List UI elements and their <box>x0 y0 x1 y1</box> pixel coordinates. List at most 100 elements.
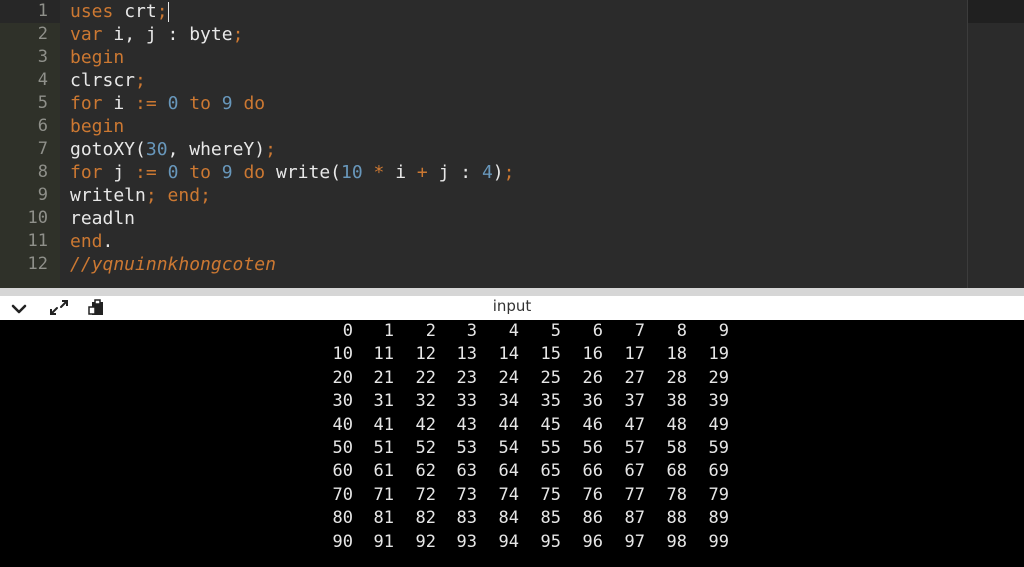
text-cursor <box>167 2 169 22</box>
line-number: 7 <box>37 139 48 159</box>
chevron-down-icon[interactable] <box>8 298 30 318</box>
code-line[interactable]: clrscr; <box>70 69 146 92</box>
line-number: 2 <box>37 24 48 44</box>
code-token: clrscr <box>70 70 136 91</box>
console-number: 19 <box>708 344 729 365</box>
console-number: 35 <box>540 391 561 412</box>
code-line[interactable]: //yqnuinnkhongcoten <box>70 253 276 276</box>
code-token: 0 <box>167 93 179 114</box>
console-number: 14 <box>498 344 519 365</box>
console-number: 72 <box>415 484 436 505</box>
console-number: 9 <box>718 321 729 341</box>
console-number: 31 <box>373 391 394 412</box>
code-token: for <box>70 162 103 183</box>
console-number: 52 <box>415 438 436 458</box>
console-number: 49 <box>708 414 729 435</box>
console-number: 83 <box>456 508 477 529</box>
code-line[interactable]: gotoXY(30, whereY); <box>70 138 276 161</box>
line-number: 5 <box>37 93 48 113</box>
code-token: ; <box>156 1 168 22</box>
code-line[interactable]: uses crt; <box>70 0 169 23</box>
console-number: 80 <box>332 508 353 529</box>
console-number: 60 <box>332 461 353 482</box>
code-line[interactable]: begin <box>70 46 124 69</box>
console-number: 33 <box>456 391 477 412</box>
code-line[interactable]: writeln; end; <box>70 184 211 207</box>
code-text-area[interactable]: uses crt; var i, j : byte; begin clrscr; for… <box>60 0 968 288</box>
code-token: 10 <box>341 162 363 183</box>
console-number: 27 <box>624 367 645 388</box>
code-line[interactable]: end. <box>70 230 113 253</box>
paste-icon[interactable] <box>86 298 108 318</box>
expand-icon[interactable] <box>48 298 70 318</box>
console-number: 65 <box>540 461 561 482</box>
console-number: 6 <box>592 321 603 341</box>
panel-splitter[interactable] <box>0 288 1024 296</box>
console-number: 2 <box>425 321 436 341</box>
console-number: 28 <box>666 367 687 388</box>
console-number: 13 <box>456 344 477 365</box>
code-token: 9 <box>221 93 233 114</box>
console-number: 90 <box>332 531 353 552</box>
console-number: 42 <box>415 414 436 435</box>
code-line[interactable]: for j := 0 to 9 do write(10 * i + j : 4)… <box>70 161 514 184</box>
console-number: 7 <box>634 321 645 341</box>
code-editor[interactable]: 1 2 3 4 5 6 7 8 9 10 11 12 uses crt; var i, j : byte… <box>0 0 1024 288</box>
console-number: 0 <box>342 321 353 341</box>
code-token: do <box>243 162 266 183</box>
code-token: i <box>384 162 417 183</box>
console-number: 43 <box>456 414 477 435</box>
code-token: ; <box>232 24 244 45</box>
code-line[interactable]: for i := 0 to 9 do <box>70 92 265 115</box>
console-number: 67 <box>624 461 645 482</box>
code-line[interactable]: readln <box>70 207 135 230</box>
console-number: 44 <box>498 414 519 435</box>
console-number: 23 <box>456 367 477 388</box>
code-token: j <box>102 162 136 183</box>
code-token: to <box>189 162 211 183</box>
console-toolbar: input <box>0 296 1024 320</box>
console-number: 55 <box>540 438 561 458</box>
console-number: 57 <box>624 438 645 458</box>
console-number: 94 <box>498 531 519 552</box>
code-token: gotoXY <box>70 139 136 160</box>
console-number: 41 <box>373 414 394 435</box>
console-number: 17 <box>624 344 645 365</box>
code-token: + <box>416 162 428 183</box>
line-number: 11 <box>27 231 48 251</box>
code-line[interactable]: var i, j : byte; <box>70 23 243 46</box>
console-number: 34 <box>498 391 519 412</box>
console-number: 64 <box>498 461 519 482</box>
console-number: 77 <box>624 484 645 505</box>
code-line[interactable]: begin <box>70 115 124 138</box>
console-number: 75 <box>540 484 561 505</box>
console-number: 54 <box>498 438 519 458</box>
console-number: 99 <box>708 531 729 552</box>
console-number: 11 <box>373 344 394 365</box>
console-number: 1 <box>383 321 394 341</box>
console-number: 70 <box>332 484 353 505</box>
console-number: 74 <box>498 484 519 505</box>
console-number: 5 <box>550 321 561 341</box>
active-gutter-highlight <box>0 0 60 23</box>
console-number: 78 <box>666 484 687 505</box>
console-number: 36 <box>582 391 603 412</box>
line-number: 9 <box>37 185 48 205</box>
console-number: 22 <box>415 367 436 388</box>
console-number: 25 <box>540 367 561 388</box>
code-token: i <box>102 93 136 114</box>
code-token: var <box>70 24 103 45</box>
code-token: crt <box>124 1 157 22</box>
code-token: ) <box>492 162 504 183</box>
line-number: 10 <box>27 208 48 228</box>
console-number: 48 <box>666 414 687 435</box>
console-number: 58 <box>666 438 687 458</box>
line-number: 4 <box>37 70 48 90</box>
console-number: 37 <box>624 391 645 412</box>
console-number: 15 <box>540 344 561 365</box>
